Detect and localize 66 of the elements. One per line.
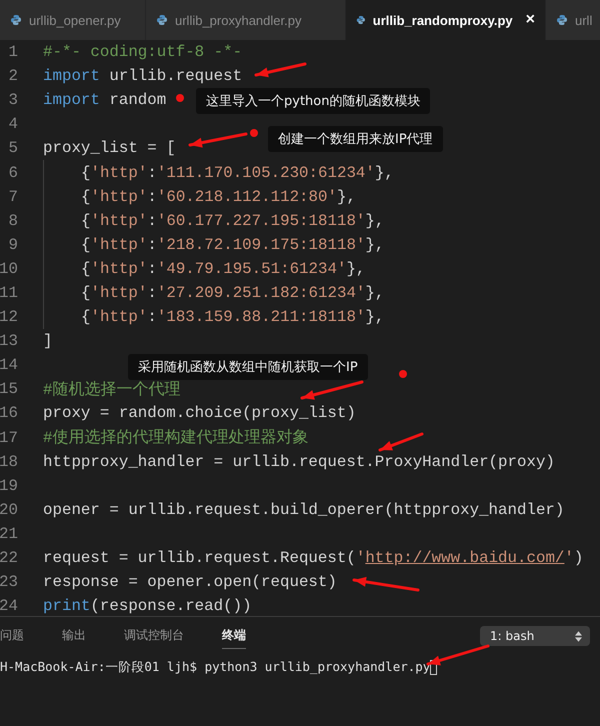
line-number: 15: [0, 380, 18, 398]
line-number: 19: [0, 476, 18, 495]
line-number: 24: [0, 597, 18, 616]
line-number: 7: [8, 188, 18, 206]
code-line: import urllib.request: [43, 67, 242, 86]
code-line: import random: [43, 91, 166, 110]
code-line: {'http':'27.209.251.182:61234'},: [81, 284, 384, 302]
code-line: #随机选择一个代理: [43, 380, 180, 400]
line-number: 8: [8, 212, 18, 230]
line-number: 23: [0, 573, 18, 592]
line-number: 13: [0, 332, 18, 350]
marker-dot: [399, 370, 407, 378]
code-line: {'http':'49.79.195.51:61234'},: [81, 260, 366, 278]
python-file-icon: [356, 14, 366, 26]
python-file-icon: [10, 14, 22, 26]
panel-tab[interactable]: 调试控制台: [124, 623, 184, 649]
editor-tab[interactable]: urllib_randomproxy.py ×: [346, 0, 546, 40]
code-line: response = opener.open(request): [43, 573, 337, 592]
line-number: 2: [8, 67, 18, 86]
line-number: 17: [0, 428, 18, 447]
editor-tab[interactable]: urll: [546, 0, 600, 40]
line-number: 5: [8, 139, 18, 158]
code-line: #使用选择的代理构建代理处理器对象: [43, 428, 308, 448]
annotation-tooltip: 这里导入一个python的随机函数模块: [196, 88, 430, 114]
code-line: {'http':'60.177.227.195:18118'},: [81, 212, 384, 230]
line-number: 1: [8, 43, 18, 62]
line-number: 3: [8, 91, 18, 110]
terminal-command: H-MacBook-Air:一阶段01 ljh$ python3 urllib_proxyhandler.py: [0, 659, 430, 676]
line-number: 21: [0, 524, 18, 543]
marker-dot: [176, 94, 184, 102]
panel-tab[interactable]: 问题: [0, 623, 24, 649]
code-line: #-*- coding:utf-8 -*-: [43, 43, 242, 62]
editor-tab[interactable]: urllib_proxyhandler.py: [146, 0, 346, 40]
code-line: {'http':'111.170.105.230:61234'},: [81, 164, 394, 182]
python-file-icon: [556, 14, 568, 26]
line-number: 22: [0, 549, 18, 568]
code-line: proxy = random.choice(proxy_list): [43, 404, 356, 422]
marker-dot: [250, 129, 258, 137]
line-number: 4: [8, 115, 18, 134]
annotation-tooltip: 采用随机函数从数组中随机获取一个IP: [128, 354, 368, 380]
python-file-icon: [156, 14, 168, 26]
panel-tab[interactable]: 输出: [62, 623, 86, 649]
code-line: {'http':'60.218.112.112:80'},: [81, 188, 356, 206]
editor-tab[interactable]: urllib_opener.py: [0, 0, 146, 40]
line-number: 10: [0, 260, 18, 278]
code-line: proxy_list = [: [43, 139, 176, 158]
code-line: print(response.read()): [43, 597, 252, 616]
line-number: 9: [8, 236, 18, 254]
code-line: {'http':'218.72.109.175:18118'},: [81, 236, 384, 254]
line-number: 11: [0, 284, 18, 302]
line-number: 18: [0, 452, 18, 471]
panel-tab[interactable]: 终端: [222, 623, 246, 649]
code-line: request = urllib.request.Request('http://www.baidu.com/'): [43, 549, 584, 568]
line-number: 12: [0, 308, 18, 326]
updown-icon: [575, 630, 582, 642]
line-number: 16: [0, 404, 18, 422]
line-number: 20: [0, 500, 18, 519]
code-line: ]: [43, 332, 52, 350]
code-line: httpproxy_handler = urllib.request.ProxyHandler(proxy): [43, 452, 555, 471]
line-number: 6: [8, 164, 18, 182]
close-tab-button[interactable]: ×: [526, 11, 535, 29]
code-line: opener = urllib.request.build_operer(httpproxy_handler): [43, 500, 564, 519]
annotation-tooltip: 创建一个数组用来放IP代理: [268, 126, 443, 152]
line-number: 14: [0, 356, 18, 374]
code-line: {'http':'183.159.88.211:18118'},: [81, 308, 384, 326]
terminal-select[interactable]: 1: bash: [480, 626, 590, 646]
